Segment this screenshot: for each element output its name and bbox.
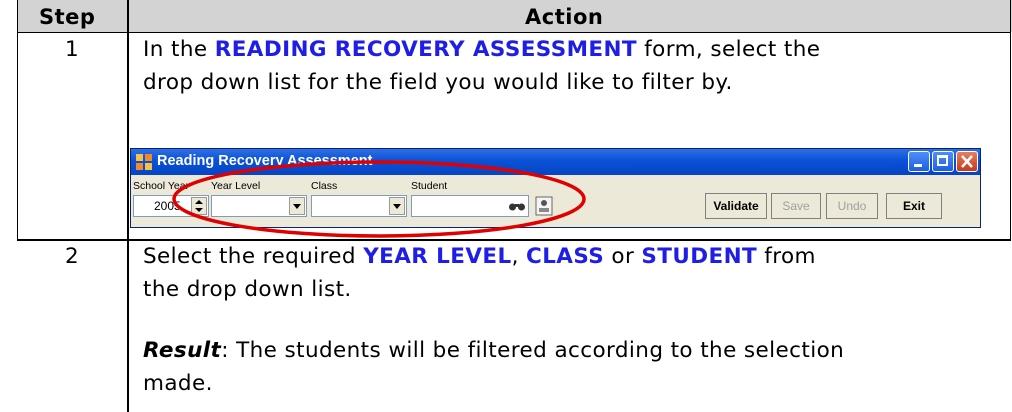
exit-button[interactable]: Exit	[886, 193, 942, 219]
validate-button[interactable]: Validate	[705, 193, 767, 219]
row1-action-line2: drop down list for the field you would l…	[143, 70, 733, 95]
row2-year-level: YEAR LEVEL	[363, 244, 512, 269]
row2-student: STUDENT	[641, 244, 758, 269]
close-icon[interactable]	[956, 151, 978, 172]
undo-label: Undo	[837, 199, 867, 213]
grid-line	[127, 0, 129, 412]
row2-action-line1: Select the required YEAR LEVEL, CLASS or…	[143, 240, 816, 273]
minimize-icon[interactable]	[908, 151, 930, 172]
row1-text: form, select the	[636, 37, 821, 62]
validate-label: Validate	[713, 199, 759, 213]
row2-text: from	[757, 244, 816, 269]
row1-form-name: READING RECOVERY ASSESSMENT	[214, 37, 637, 62]
undo-button[interactable]: Undo	[826, 193, 878, 219]
exit-label: Exit	[902, 199, 925, 213]
close-x-glyph	[961, 155, 973, 168]
row1-step: 1	[65, 37, 80, 62]
header-action: Action	[525, 5, 604, 29]
grid-line	[1010, 0, 1011, 240]
row2-text: or	[604, 244, 642, 269]
row2-text: ,	[511, 244, 527, 269]
row2-step: 2	[65, 244, 80, 269]
row1-action-line1: In the READING RECOVERY ASSESSMENT form,…	[143, 33, 820, 66]
result-label: Result	[143, 338, 222, 363]
save-label: Save	[782, 199, 810, 213]
save-button[interactable]: Save	[771, 193, 821, 219]
grid-line	[17, 0, 18, 240]
row2-result-line2: made.	[143, 371, 213, 396]
row2-action-line2: the drop down list.	[143, 277, 352, 302]
header-step: Step	[39, 5, 96, 29]
maximize-icon[interactable]	[932, 151, 954, 172]
row2-class: CLASS	[526, 244, 605, 269]
row1-text: In the	[143, 37, 215, 62]
row2-text: Select the required	[143, 244, 364, 269]
result-text: : The students will be filtered accordin…	[221, 338, 845, 363]
row2-result-line: Result: The students will be filtered ac…	[143, 334, 844, 367]
app-icon	[136, 154, 152, 170]
highlight-ellipse	[172, 160, 586, 238]
